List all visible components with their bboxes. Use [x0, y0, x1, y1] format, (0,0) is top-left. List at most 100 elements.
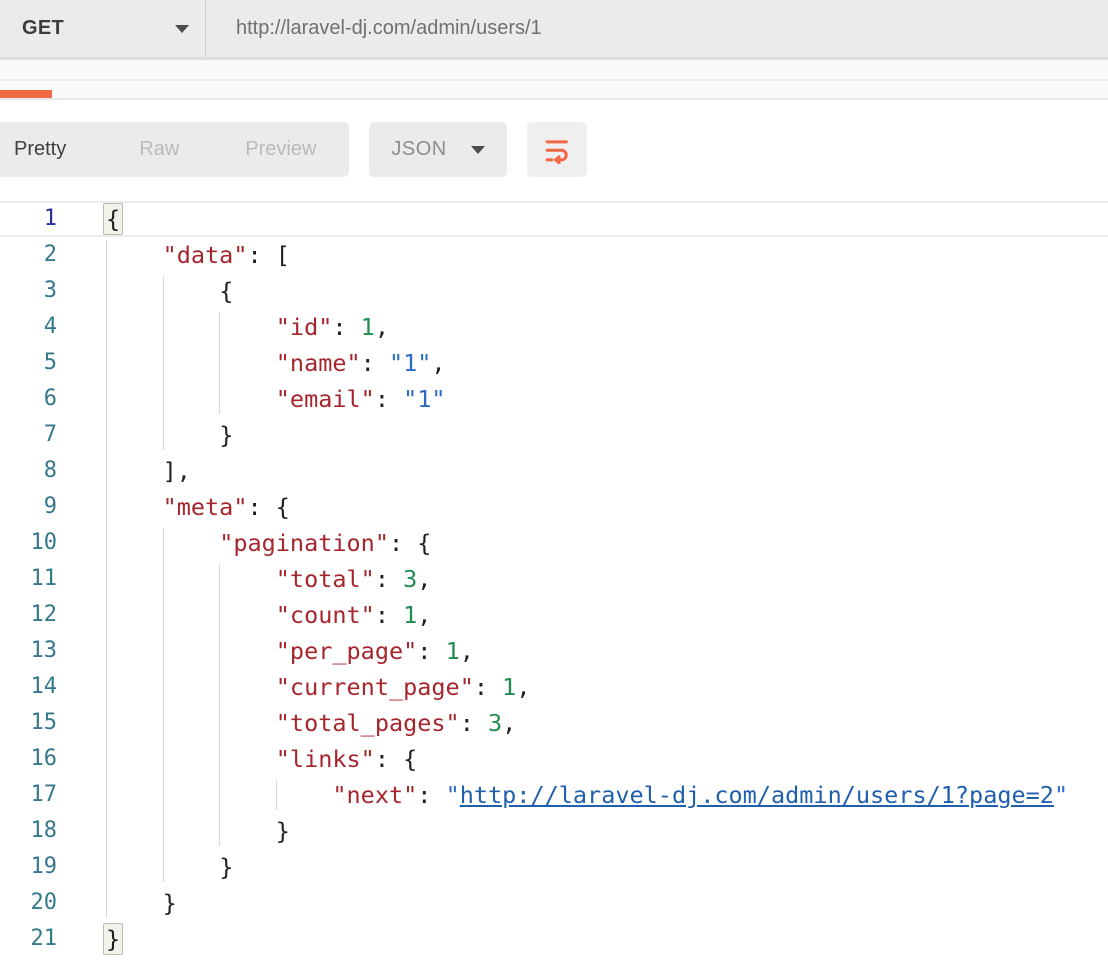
view-mode-tabs: Pretty Raw Preview	[0, 122, 350, 177]
wrap-text-button[interactable]	[526, 122, 587, 177]
line-number: 14	[30, 674, 58, 699]
code-line: 11 "total": 3,	[0, 561, 1108, 597]
code-token: "1"	[388, 349, 432, 377]
line-number: 17	[30, 782, 58, 807]
active-tab-indicator	[0, 90, 52, 98]
code-line: 9 "meta": {	[0, 489, 1108, 525]
line-number: 16	[30, 746, 58, 771]
code-text: {	[57, 201, 124, 237]
code-token: "per_page"	[275, 637, 418, 665]
code-line: 20 }	[0, 885, 1108, 921]
code-line: 16 "links": {	[0, 741, 1108, 777]
line-number: 1	[43, 206, 57, 231]
code-text: "meta": {	[57, 489, 290, 525]
code-line: 19 }	[0, 849, 1108, 885]
code-token: "1"	[403, 385, 446, 413]
code-token: :	[374, 565, 404, 593]
code-token: "id"	[275, 313, 333, 341]
code-token: }	[219, 421, 234, 449]
code-text: "total_pages": 3,	[57, 705, 517, 741]
line-number: 12	[30, 602, 58, 627]
line-number: 18	[30, 818, 58, 843]
code-token: 1	[445, 637, 460, 665]
method-label: GET	[22, 17, 65, 39]
line-number: 20	[30, 890, 58, 915]
url-text: http://laravel-dj.com/admin/users/1	[236, 17, 542, 39]
code-text: "next": "http://laravel-dj.com/admin/use…	[57, 777, 1068, 813]
line-number: 19	[30, 854, 58, 879]
matching-bracket: {	[103, 203, 124, 235]
code-line: 8 ],	[0, 453, 1108, 489]
code-text: }	[57, 417, 233, 453]
code-text: ],	[57, 453, 191, 489]
code-token: :	[459, 709, 489, 737]
code-token: ,	[502, 709, 517, 737]
tab-raw[interactable]: Raw	[106, 122, 212, 177]
indent-guide	[219, 312, 221, 414]
line-number: 9	[43, 494, 57, 519]
code-text: {	[57, 273, 233, 309]
code-text: }	[57, 921, 124, 957]
code-line: 6 "email": "1"	[0, 381, 1108, 417]
code-token: :	[417, 637, 446, 665]
code-token: 1	[502, 673, 517, 701]
language-select[interactable]: JSON	[369, 122, 507, 177]
code-token: "total"	[275, 565, 375, 593]
code-text: "total": 3,	[57, 561, 432, 597]
indent-guide	[219, 564, 221, 846]
indent-guide	[162, 276, 164, 450]
code-text: "data": [	[57, 237, 290, 273]
code-token: : [	[247, 241, 290, 269]
indent-guide	[162, 528, 164, 882]
code-token: 3	[488, 709, 503, 737]
code-text: "name": "1",	[57, 345, 446, 381]
line-number: 13	[30, 638, 58, 663]
code-lines: 1{2 "data": [3 {4 "id": 1, 5 "name": "1",…	[0, 201, 1108, 957]
code-token: "data"	[162, 241, 248, 269]
code-token: 3	[403, 565, 418, 593]
code-token: "current_page"	[275, 673, 474, 701]
code-text: }	[57, 849, 233, 885]
code-line: 2 "data": [	[0, 237, 1108, 273]
response-body-editor[interactable]: 1{2 "data": [3 {4 "id": 1, 5 "name": "1",…	[0, 201, 1108, 957]
line-number: 11	[30, 566, 58, 591]
code-text: "links": {	[57, 741, 418, 777]
code-token: : {	[247, 493, 290, 521]
code-line: 15 "total_pages": 3,	[0, 705, 1108, 741]
code-text: "per_page": 1,	[57, 633, 474, 669]
line-number: 7	[43, 422, 57, 447]
code-line: 21}	[0, 921, 1108, 957]
code-text: "pagination": {	[57, 525, 431, 561]
line-number: 3	[43, 278, 57, 303]
method-dropdown[interactable]: GET	[0, 0, 205, 57]
code-token: "	[1053, 781, 1069, 809]
line-number: 15	[30, 710, 58, 735]
code-token: "meta"	[162, 493, 248, 521]
code-token: ],	[162, 457, 191, 485]
line-number: 2	[43, 242, 57, 267]
tab-preview[interactable]: Preview	[212, 122, 349, 177]
matching-bracket: }	[103, 923, 124, 955]
request-bar: GET http://laravel-dj.com/admin/users/1	[0, 0, 1108, 60]
code-line: 5 "name": "1",	[0, 345, 1108, 381]
code-token: ,	[459, 637, 474, 665]
code-token: :	[374, 601, 404, 629]
line-number: 21	[30, 926, 58, 951]
code-token: }	[275, 817, 290, 845]
url-field[interactable]: http://laravel-dj.com/admin/users/1	[206, 0, 1108, 57]
code-token: {	[219, 277, 234, 305]
response-url-link[interactable]: http://laravel-dj.com/admin/users/1?page…	[460, 781, 1054, 809]
tab-pretty[interactable]: Pretty	[0, 122, 106, 177]
indent-guide	[275, 780, 277, 810]
code-token: "links"	[275, 745, 375, 773]
line-number: 4	[43, 314, 57, 339]
code-token: ,	[374, 313, 389, 341]
chevron-down-icon	[470, 145, 485, 154]
text-wrap-icon	[545, 139, 568, 164]
code-token: : {	[388, 529, 432, 557]
code-token: }	[162, 889, 177, 917]
code-line: 12 "count": 1,	[0, 597, 1108, 633]
code-token: "count"	[275, 601, 375, 629]
code-text: }	[57, 813, 290, 849]
response-tabs-strip	[0, 81, 1108, 100]
